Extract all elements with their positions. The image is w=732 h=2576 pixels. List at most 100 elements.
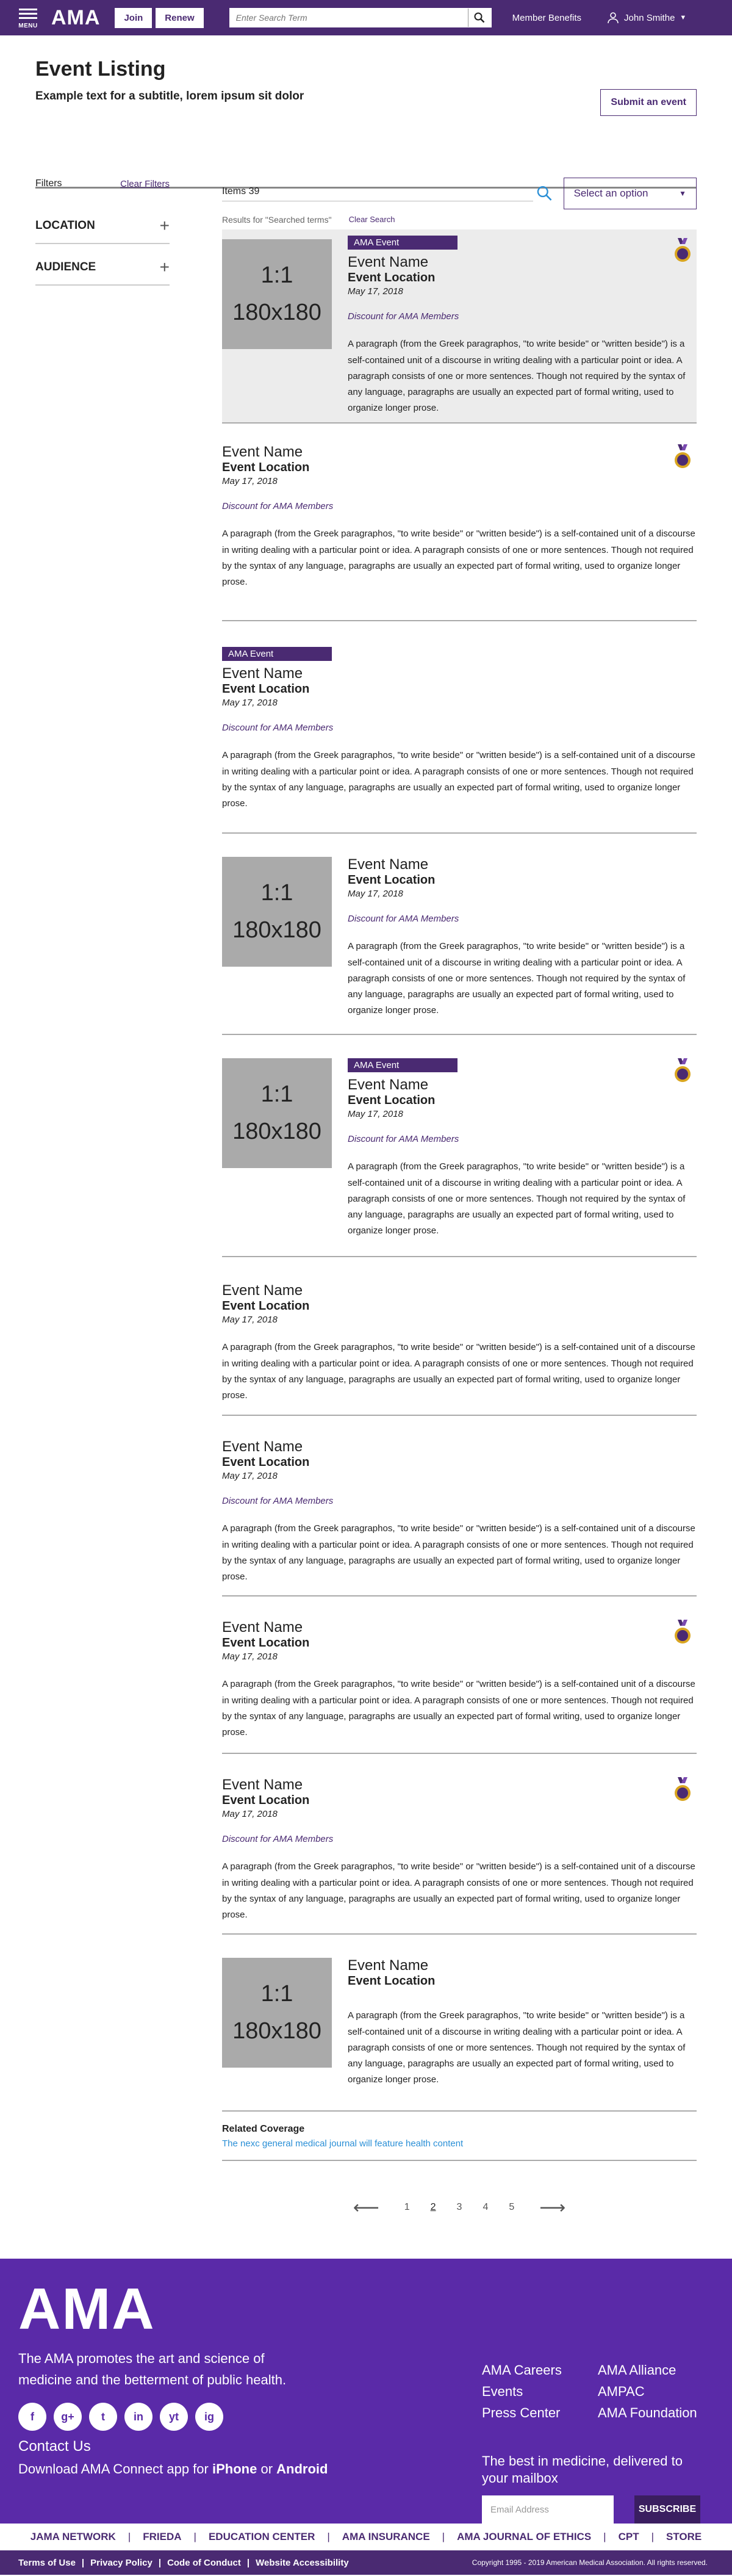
plus-icon: +: [159, 216, 170, 235]
email-field[interactable]: Email Address: [482, 2495, 614, 2524]
event-details: Event Name Event Location May 17, 2018 D…: [222, 1438, 697, 1583]
legal-bar: Terms of Use | Privacy Policy | Code of Co…: [0, 2550, 732, 2575]
event-name[interactable]: Event Name: [348, 1077, 697, 1093]
arrow-left-icon[interactable]: ⟵: [353, 2197, 379, 2218]
filter-location[interactable]: LOCATION +: [35, 209, 170, 244]
ama-logo[interactable]: AMA: [51, 6, 100, 30]
event-card[interactable]: Event Name Event Location May 17, 2018 D…: [222, 424, 697, 621]
event-description: A paragraph (from the Greek paragraphos,…: [222, 750, 695, 809]
event-name[interactable]: Event Name: [348, 1957, 697, 1974]
youtube-icon[interactable]: yt: [160, 2403, 188, 2431]
linkedin-icon[interactable]: in: [124, 2403, 152, 2431]
legal-link[interactable]: Code of Conduct: [167, 2558, 241, 2568]
arrow-right-icon[interactable]: ⟶: [539, 2197, 565, 2218]
event-date: May 17, 2018: [222, 1471, 278, 1482]
event-card[interactable]: Event Name Event Location May 17, 2018 A…: [222, 1596, 697, 1754]
event-name[interactable]: Event Name: [348, 856, 697, 873]
related-link[interactable]: The nexc general medical journal will fe…: [222, 2138, 697, 2149]
related-heading: Related Coverage: [222, 2124, 305, 2134]
search-icon: [474, 12, 485, 23]
page-link[interactable]: 5: [509, 2202, 514, 2213]
iphone-link[interactable]: iPhone: [212, 2461, 257, 2477]
event-description: A paragraph (from the Greek paragraphos,…: [222, 1861, 695, 1921]
event-card[interactable]: 1:1 180x180 Event Name Event Location May…: [222, 834, 697, 1035]
event-name[interactable]: Event Name: [222, 1282, 697, 1299]
legal-link[interactable]: Terms of Use: [18, 2558, 76, 2568]
footer-nav-link[interactable]: AMA JOURNAL OF ETHICS: [457, 2531, 591, 2543]
download-or: or: [260, 2461, 273, 2477]
footer-nav-link[interactable]: CPT: [619, 2531, 639, 2543]
member-discount: Discount for AMA Members: [222, 1496, 334, 1507]
event-name[interactable]: Event Name: [222, 665, 697, 682]
footer-nav-link[interactable]: EDUCATION CENTER: [209, 2531, 315, 2543]
search-input[interactable]: [229, 9, 468, 27]
event-card[interactable]: 1:1 180x180 AMA Event Event Name Event Lo…: [222, 229, 697, 424]
legal-link[interactable]: Website Accessibility: [256, 2558, 349, 2568]
footer-ama-logo[interactable]: AMA: [18, 2259, 714, 2348]
legal-link[interactable]: Privacy Policy: [90, 2558, 152, 2568]
android-link[interactable]: Android: [276, 2461, 328, 2477]
instagram-icon[interactable]: ig: [195, 2403, 223, 2431]
footer-nav-link[interactable]: JAMA NETWORK: [30, 2531, 116, 2543]
footer-nav-link[interactable]: FRIEDA: [143, 2531, 181, 2543]
event-name[interactable]: Event Name: [348, 254, 697, 270]
search-icon[interactable]: [536, 184, 553, 203]
join-button[interactable]: Join: [115, 7, 152, 28]
event-name[interactable]: Event Name: [222, 1777, 697, 1793]
footer-link[interactable]: AMA Foundation: [598, 2402, 714, 2423]
medal-icon: [675, 1777, 691, 1801]
filter-audience[interactable]: AUDIENCE +: [35, 250, 170, 286]
google-plus-icon[interactable]: g+: [54, 2403, 82, 2431]
footer-link[interactable]: Events: [482, 2381, 598, 2402]
submit-event-button[interactable]: Submit an event: [600, 89, 697, 116]
footer-link[interactable]: AMPAC: [598, 2381, 714, 2402]
site-footer: AMA The AMA promotes the art and science…: [0, 2259, 732, 2524]
footer-nav-link[interactable]: STORE: [666, 2531, 702, 2543]
event-name[interactable]: Event Name: [222, 1619, 697, 1636]
member-discount: Discount for AMA Members: [222, 723, 334, 734]
subscribe-button[interactable]: SUBSCRIBE: [634, 2495, 700, 2524]
event-card[interactable]: 1:1 180x180 Event Name Event Location A p…: [222, 1935, 697, 2112]
footer-nav-link[interactable]: AMA INSURANCE: [342, 2531, 430, 2543]
event-card[interactable]: Event Name Event Location May 17, 2018 D…: [222, 1416, 697, 1596]
footer-link[interactable]: AMA Alliance: [598, 2359, 714, 2381]
page-link[interactable]: 4: [483, 2202, 488, 2213]
event-location: Event Location: [222, 1456, 310, 1470]
event-name[interactable]: Event Name: [222, 444, 697, 460]
clear-filters-link[interactable]: Clear Filters: [120, 179, 170, 189]
member-benefits-link[interactable]: Member Benefits: [512, 13, 581, 23]
separator: |: [81, 2557, 85, 2568]
event-description: A paragraph (from the Greek paragraphos,…: [222, 529, 695, 588]
copyright: Copyright 1995 - 2019 American Medical A…: [472, 2558, 708, 2567]
menu-button[interactable]: MENU: [16, 6, 40, 29]
twitter-icon[interactable]: t: [89, 2403, 117, 2431]
event-location: Event Location: [222, 682, 310, 696]
thumbnail-size: 180x180: [232, 300, 321, 325]
renew-button[interactable]: Renew: [156, 7, 204, 28]
event-date: May 17, 2018: [222, 1809, 278, 1820]
user-menu[interactable]: John Smithe ▼: [607, 12, 686, 24]
event-card[interactable]: Event Name Event Location May 17, 2018 A…: [222, 1257, 697, 1416]
separator: |: [327, 2531, 330, 2542]
footer-link[interactable]: AMA Careers: [482, 2359, 598, 2381]
page-link[interactable]: 3: [457, 2202, 462, 2213]
event-thumbnail: 1:1 180x180: [222, 1058, 332, 1168]
footer-link[interactable]: Press Center: [482, 2402, 598, 2423]
medal-icon: [675, 238, 691, 262]
event-details: Event Name Event Location May 17, 2018 A…: [222, 1282, 697, 1402]
event-description: A paragraph (from the Greek paragraphos,…: [222, 1523, 695, 1582]
search-button[interactable]: [467, 9, 491, 27]
event-name[interactable]: Event Name: [222, 1438, 697, 1455]
event-date: May 17, 2018: [348, 286, 403, 297]
page-link-current[interactable]: 2: [431, 2202, 436, 2213]
event-card[interactable]: Event Name Event Location May 17, 2018 D…: [222, 1754, 697, 1935]
sort-select[interactable]: Select an option ▼: [563, 178, 697, 209]
clear-search-link[interactable]: Clear Search: [349, 215, 395, 225]
facebook-icon[interactable]: f: [18, 2403, 46, 2431]
event-location: Event Location: [348, 1094, 436, 1108]
page-link[interactable]: 1: [404, 2202, 410, 2213]
content-area: Filters Clear Filters LOCATION + AUDIENC…: [0, 151, 732, 2220]
event-card[interactable]: 1:1 180x180 AMA Event Event Name Event Lo…: [222, 1035, 697, 1257]
event-card[interactable]: AMA Event Event Name Event Location May …: [222, 621, 697, 834]
results-label: Results for "Searched terms": [222, 215, 332, 225]
